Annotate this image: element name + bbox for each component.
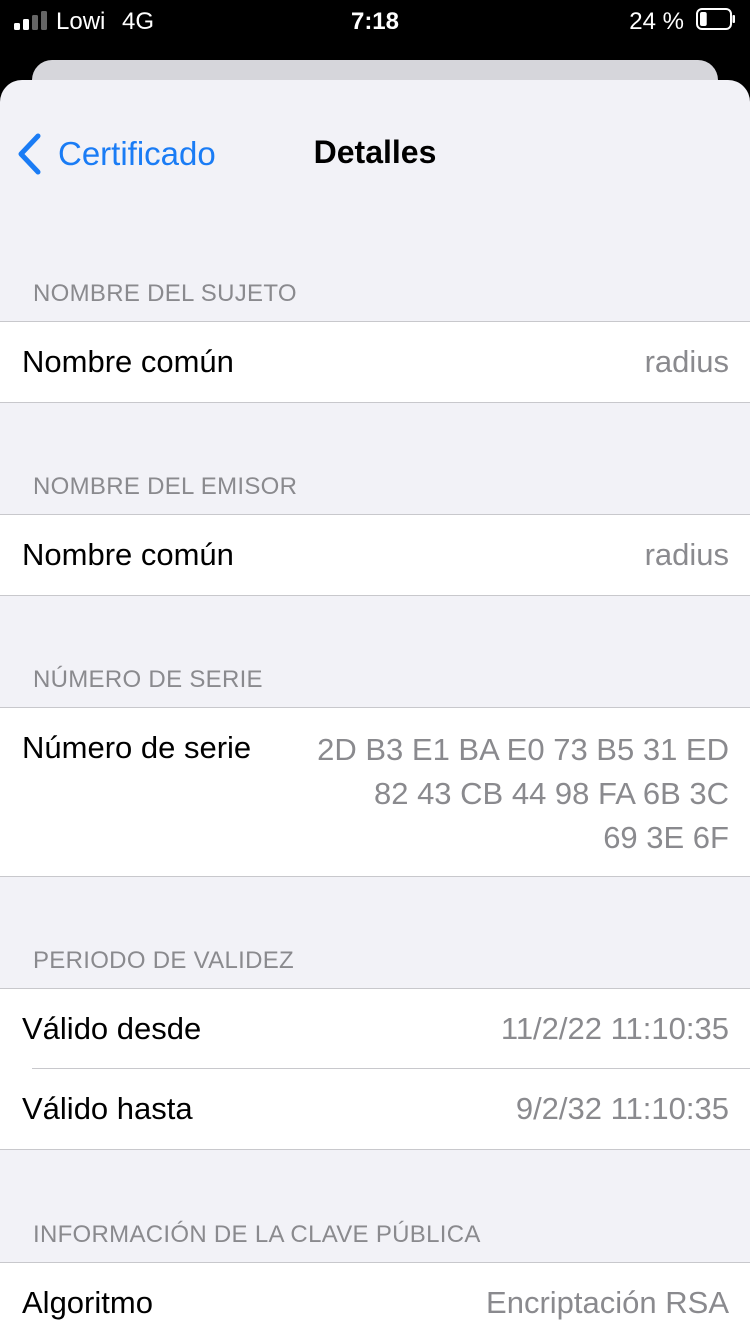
- section-header-public-key: INFORMACIÓN DE LA CLAVE PÚBLICA: [33, 1221, 481, 1248]
- row-valid-until: Válido hasta 9/2/32 11:10:35: [0, 1069, 750, 1149]
- section-header-issuer: NOMBRE DEL EMISOR: [33, 473, 298, 500]
- group-issuer: Nombre común radius: [0, 514, 750, 596]
- group-validity: Válido desde 11/2/22 11:10:35 Válido has…: [0, 988, 750, 1150]
- section-header-serial: NÚMERO DE SERIE: [33, 666, 263, 693]
- serial-number-value: 2D B3 E1 BA E0 73 B5 31 ED 82 43 CB 44 9…: [289, 728, 729, 860]
- row-value: 11/2/22 11:10:35: [500, 1011, 729, 1046]
- section-header-subject: NOMBRE DEL SUJETO: [33, 280, 297, 307]
- row-valid-from: Válido desde 11/2/22 11:10:35: [0, 989, 750, 1069]
- row-label: Nombre común: [22, 537, 234, 572]
- details-sheet: Certificado Detalles NOMBRE DEL SUJETO N…: [0, 80, 750, 1334]
- serial-line-2: 82 43 CB 44 98 FA 6B 3C: [373, 776, 729, 811]
- serial-line-3: 69 3E 6F: [603, 820, 729, 855]
- navigation-bar: Certificado Detalles: [0, 80, 750, 230]
- row-label: Válido desde: [22, 1011, 202, 1046]
- battery-icon: [696, 8, 735, 30]
- page-title: Detalles: [313, 134, 437, 170]
- row-algorithm: Algoritmo Encriptación RSA: [0, 1263, 750, 1334]
- serial-line-1: 2D B3 E1 BA E0 73 B5 31 ED: [317, 732, 729, 767]
- section-header-validity: PERIODO DE VALIDEZ: [33, 947, 295, 974]
- battery-percentage: 24 %: [629, 8, 684, 35]
- row-label: Algoritmo: [22, 1285, 153, 1320]
- status-bar: Lowi 4G 7:18 24 %: [0, 0, 750, 44]
- row-value: radius: [644, 344, 729, 379]
- row-label: Nombre común: [22, 344, 234, 379]
- row-value: Encriptación RSA: [486, 1285, 729, 1320]
- row-value: 9/2/32 11:10:35: [515, 1091, 729, 1126]
- row-serial-number: Número de serie 2D B3 E1 BA E0 73 B5 31 …: [0, 708, 750, 876]
- row-issuer-common-name: Nombre común radius: [0, 515, 750, 595]
- row-label: Válido hasta: [22, 1091, 193, 1126]
- row-label: Número de serie: [22, 730, 252, 765]
- group-public-key: Algoritmo Encriptación RSA: [0, 1262, 750, 1334]
- group-serial: Número de serie 2D B3 E1 BA E0 73 B5 31 …: [0, 707, 750, 877]
- group-subject: Nombre común radius: [0, 321, 750, 403]
- row-value: radius: [644, 537, 729, 572]
- row-subject-common-name: Nombre común radius: [0, 322, 750, 402]
